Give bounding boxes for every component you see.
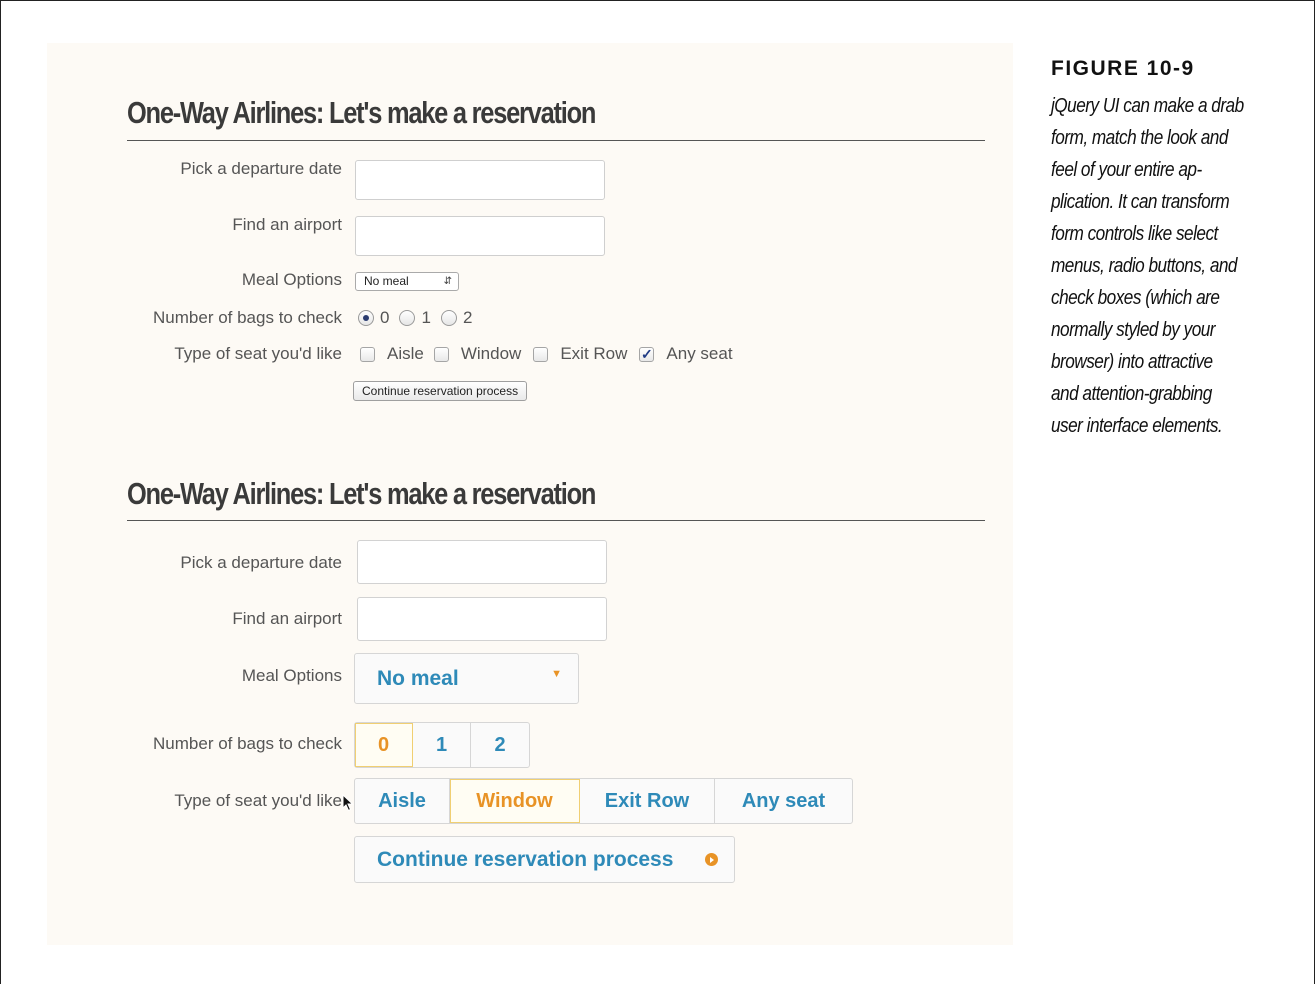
seat-button-any-seat[interactable]: Any seat xyxy=(715,779,852,823)
form-plain-heading: One-Way Airlines: Let's make a reservati… xyxy=(127,95,596,130)
bags-radio-0[interactable] xyxy=(358,310,374,326)
seat-button-aisle[interactable]: Aisle xyxy=(355,779,450,823)
form-plain-seat-label: Type of seat you'd like xyxy=(174,344,342,363)
form-plain-date-label: Pick a departure date xyxy=(180,159,342,178)
form-plain-seat-group: Aisle Window Exit Row ✓ Any seat xyxy=(360,343,743,365)
form-styled-continue-button[interactable]: Continue reservation process xyxy=(354,836,735,883)
bags-button-1[interactable]: 1 xyxy=(413,723,471,767)
caption-line: menus, radio buttons, and xyxy=(1051,255,1238,277)
seat-option-label: Exit Row xyxy=(560,344,628,363)
form-styled-bags-label: Number of bags to check xyxy=(153,734,342,753)
seat-option-label: Window xyxy=(460,344,522,363)
seat-button-window[interactable]: Window xyxy=(450,779,580,823)
form-styled-bags-buttonset: 0 1 2 xyxy=(354,722,530,768)
bags-radio-1[interactable] xyxy=(399,310,416,326)
caption-line: browser) into attractive xyxy=(1051,351,1213,373)
seat-checkbox-aisle[interactable] xyxy=(360,346,375,362)
form-plain-meal-select[interactable]: No meal ⇵ xyxy=(355,272,459,291)
seat-checkbox-exit-row[interactable] xyxy=(533,346,549,362)
caption-line: form controls like select xyxy=(1051,223,1218,245)
form-plain-heading-rule xyxy=(127,140,985,141)
bags-option-label: 0 xyxy=(380,308,390,327)
seat-checkbox-window[interactable] xyxy=(433,346,449,362)
figure-label: FIGURE 10-9 xyxy=(1051,57,1195,80)
form-styled-continue-label: Continue reservation process xyxy=(377,848,674,871)
caption-line: form, match the look and xyxy=(1051,127,1228,149)
figure-caption: jQuery UI can make a drab form, match th… xyxy=(1051,90,1254,442)
form-plain-continue-button[interactable]: Continue reservation process xyxy=(353,381,528,401)
checkmark-icon: ✓ xyxy=(641,346,653,362)
form-styled-heading: One-Way Airlines: Let's make a reservati… xyxy=(127,476,596,511)
form-plain-meal-label: Meal Options xyxy=(241,270,342,289)
caption-line: jQuery UI can make a drab xyxy=(1051,95,1244,117)
form-styled-date-input[interactable] xyxy=(357,540,607,584)
form-styled-airport-label: Find an airport xyxy=(232,609,342,628)
form-styled-seat-buttonset: Aisle Window Exit Row Any seat xyxy=(354,778,853,824)
seat-option-label: Any seat xyxy=(666,344,733,363)
form-plain-bags-group: 0 1 2 xyxy=(358,307,482,329)
seat-checkbox-any-seat[interactable]: ✓ xyxy=(639,346,655,362)
caption-line: check boxes (which are xyxy=(1051,287,1220,309)
form-styled-heading-rule xyxy=(127,520,985,521)
form-plain-meal-value: No meal xyxy=(364,274,409,288)
mouse-pointer-icon xyxy=(342,794,354,812)
caption-line: and attention-grabbing xyxy=(1051,383,1212,405)
form-plain-airport-input[interactable] xyxy=(355,216,605,256)
form-styled-seat-label: Type of seat you'd like xyxy=(174,791,342,810)
caption-line: normally styled by your xyxy=(1051,319,1216,341)
form-plain-airport-label: Find an airport xyxy=(232,215,342,234)
seat-option-label: Aisle xyxy=(387,344,424,363)
form-styled-meal-select[interactable]: No meal ▼ xyxy=(354,653,579,704)
caption-line: feel of your entire ap- xyxy=(1051,159,1202,181)
form-plain-date-input[interactable] xyxy=(355,160,605,200)
circle-arrow-right-icon xyxy=(705,853,718,866)
bags-button-2[interactable]: 2 xyxy=(471,723,529,767)
form-styled-meal-label: Meal Options xyxy=(241,666,342,685)
form-plain-bags-label: Number of bags to check xyxy=(153,308,342,327)
screenshot-panel: One-Way Airlines: Let's make a reservati… xyxy=(47,43,1013,945)
form-styled-airport-input[interactable] xyxy=(357,597,607,641)
seat-button-exit-row[interactable]: Exit Row xyxy=(580,779,715,823)
caret-down-icon: ▼ xyxy=(551,668,562,680)
bags-radio-2[interactable] xyxy=(440,310,457,326)
bags-button-0[interactable]: 0 xyxy=(355,723,413,767)
caption-line: user interface elements. xyxy=(1051,415,1223,437)
select-arrows-icon: ⇵ xyxy=(443,276,452,287)
form-styled-date-label: Pick a departure date xyxy=(180,553,342,572)
caption-line: plication. It can transform xyxy=(1051,191,1230,213)
bags-option-label: 1 xyxy=(421,308,431,327)
bags-option-label: 2 xyxy=(462,308,473,327)
form-styled-meal-value: No meal xyxy=(377,667,459,690)
